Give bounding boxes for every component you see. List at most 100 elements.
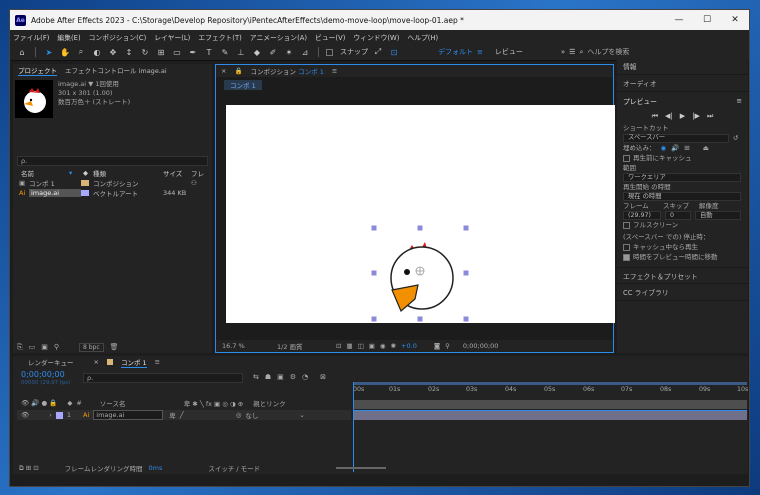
eraser-tool-icon[interactable]: ◆	[251, 46, 263, 58]
flowchart-icon[interactable]: ⚇	[191, 179, 197, 187]
play-icon[interactable]: ▶	[680, 112, 685, 120]
axis-icon[interactable]: ⊿	[299, 46, 311, 58]
col-frame[interactable]: フレ	[191, 168, 204, 178]
menu-window[interactable]: ウィンドウ(W)	[353, 32, 399, 42]
puppet-tool-icon[interactable]: ✶	[283, 46, 295, 58]
col-parent-link[interactable]: 親とリンク	[253, 398, 286, 408]
pan-behind-icon[interactable]: ⊞	[155, 46, 167, 58]
toggle-panes-icon[interactable]: ⧉ ⊞ ⊡	[19, 464, 39, 473]
col-source-name[interactable]: ソース名	[100, 398, 180, 408]
col-type[interactable]: 種類	[93, 168, 163, 178]
layer-name[interactable]: image.ai	[93, 410, 164, 420]
dolly-camera-icon[interactable]: ↕	[123, 46, 135, 58]
more-workspaces-icon[interactable]: »	[561, 48, 565, 56]
overlay-icon[interactable]: ⊞	[684, 143, 689, 153]
workspace-review-tab[interactable]: レビュー	[495, 47, 523, 57]
tab-timeline-comp[interactable]: コンポ 1	[120, 357, 147, 368]
menu-file[interactable]: ファイル(F)	[13, 32, 49, 42]
mask-icon[interactable]: ◫	[358, 342, 364, 350]
type-tool-icon[interactable]: T	[203, 46, 215, 58]
stop-cache-checkbox[interactable]	[623, 243, 630, 251]
snap-option2-icon[interactable]: ⊡	[388, 46, 400, 58]
snap-checkbox[interactable]	[326, 48, 333, 56]
work-area-bar[interactable]	[353, 382, 747, 385]
motion-blur-icon[interactable]: ◔	[302, 373, 308, 381]
trash-icon[interactable]: 🗑	[110, 343, 119, 351]
tab-effect-controls[interactable]: エフェクトコントロール image.ai	[65, 65, 167, 75]
zoom-tool-icon[interactable]: ⌕	[75, 46, 87, 58]
adjust-icon[interactable]: ⚲	[54, 343, 59, 351]
pen-tool-icon[interactable]: ✒	[187, 46, 199, 58]
workspace-menu-icon[interactable]: ≡	[477, 48, 483, 56]
menu-effect[interactable]: エフェクト(T)	[198, 32, 241, 42]
menu-edit[interactable]: 編集(E)	[57, 32, 80, 42]
range-dropdown[interactable]: ワークエリア	[623, 173, 741, 182]
brush-tool-icon[interactable]: ✎	[219, 46, 231, 58]
project-item[interactable]: Ai image.ai ベクトルアート 344 KB	[13, 188, 212, 198]
rotate-tool-icon[interactable]: ↻	[139, 46, 151, 58]
menu-animation[interactable]: アニメーション(A)	[250, 32, 307, 42]
resolution-dropdown[interactable]: 1/2 画質	[277, 341, 331, 351]
frame-rate-dropdown[interactable]: (29.97)	[623, 211, 661, 220]
pan-camera-icon[interactable]: ✥	[107, 46, 119, 58]
asset-used[interactable]: ▼ 1回使用	[88, 80, 119, 88]
info-panel-header[interactable]: 情報	[617, 58, 748, 75]
roto-brush-icon[interactable]: ✐	[267, 46, 279, 58]
new-folder-icon[interactable]: ▭	[29, 343, 36, 351]
parent-chevron-icon[interactable]: ⌄	[299, 411, 304, 419]
tab-project[interactable]: プロジェクト	[18, 65, 57, 76]
zoom-dropdown[interactable]: 16.7 %	[222, 342, 262, 350]
sync-settings-icon[interactable]: ☰	[569, 48, 575, 56]
help-search-icon[interactable]: ⌕	[579, 48, 583, 57]
export-icon[interactable]: ⏏	[703, 143, 709, 153]
clone-stamp-icon[interactable]: ⊥	[235, 46, 247, 58]
zoom-slider[interactable]	[336, 467, 387, 469]
help-search-input[interactable]: ヘルプを検索	[587, 47, 629, 57]
visibility-icon[interactable]: 👁	[21, 411, 29, 419]
parent-dropdown[interactable]: なし	[245, 410, 295, 420]
menu-help[interactable]: ヘルプ(H)	[407, 32, 438, 42]
bpc-badge[interactable]: 8 bpc	[79, 342, 104, 352]
preview-panel-header[interactable]: プレビュー ≡	[617, 92, 748, 109]
frame-blend-icon[interactable]: ⚙	[290, 373, 296, 381]
first-frame-icon[interactable]: ⏮	[652, 112, 658, 121]
sort-chevron-icon[interactable]: ▾	[69, 169, 83, 177]
cache-before-checkbox[interactable]	[623, 154, 630, 162]
new-comp-icon[interactable]: ▣	[41, 343, 48, 351]
transparency-icon[interactable]: ▦	[346, 342, 352, 350]
interpret-footage-icon[interactable]: ⎘	[17, 343, 23, 352]
workspace-default-tab[interactable]: デフォルト	[438, 47, 473, 57]
hide-shy-icon[interactable]: ▣	[277, 373, 284, 381]
playhead[interactable]	[353, 382, 354, 472]
tab-render-queue[interactable]: レンダーキュー	[28, 357, 74, 367]
col-name[interactable]: 名前	[21, 168, 69, 178]
hand-tool-icon[interactable]: ✋	[59, 46, 71, 58]
layer-duration-bar[interactable]	[353, 410, 747, 420]
rectangle-tool-icon[interactable]: ▭	[171, 46, 183, 58]
snapshot-icon[interactable]: ◙	[434, 342, 440, 350]
project-search-input[interactable]: ρ.	[17, 156, 208, 166]
prev-frame-icon[interactable]: ◀|	[665, 112, 673, 120]
next-frame-icon[interactable]: |▶	[692, 112, 700, 120]
comp-mini-flowchart-icon[interactable]: ⇆	[253, 373, 259, 381]
comp-timecode[interactable]: 0;00;00;00	[463, 342, 499, 350]
chicken-layer[interactable]	[226, 105, 615, 323]
close-tab-icon[interactable]: ×	[94, 358, 99, 366]
maximize-icon[interactable]: ☐	[693, 10, 721, 30]
selection-tool-icon[interactable]: ➤	[43, 46, 55, 58]
stop-time-checkbox[interactable]	[623, 253, 630, 261]
expand-chevron-icon[interactable]: ›	[49, 411, 52, 419]
quality-switch-icon[interactable]: ╱	[180, 411, 184, 419]
menu-view[interactable]: ビュー(V)	[315, 32, 345, 42]
skip-dropdown[interactable]: 0	[665, 211, 691, 220]
comp-canvas[interactable]	[226, 105, 615, 323]
resolution-dropdown[interactable]: 自動	[695, 211, 741, 220]
panel-menu-icon[interactable]: ≡	[332, 67, 337, 75]
comp-breadcrumb[interactable]: コンポ 1	[224, 80, 262, 90]
shortcut-dropdown[interactable]: スペースバー	[623, 133, 729, 143]
region-icon[interactable]: ⊡	[336, 342, 341, 350]
timeline-timecode[interactable]: 0;00;00;00	[21, 370, 65, 379]
last-frame-icon[interactable]: ⏭	[707, 112, 713, 121]
toggle-switches-mode[interactable]: スイッチ / モード	[208, 463, 260, 473]
collapse-switch-icon[interactable]: 卑	[169, 410, 176, 420]
